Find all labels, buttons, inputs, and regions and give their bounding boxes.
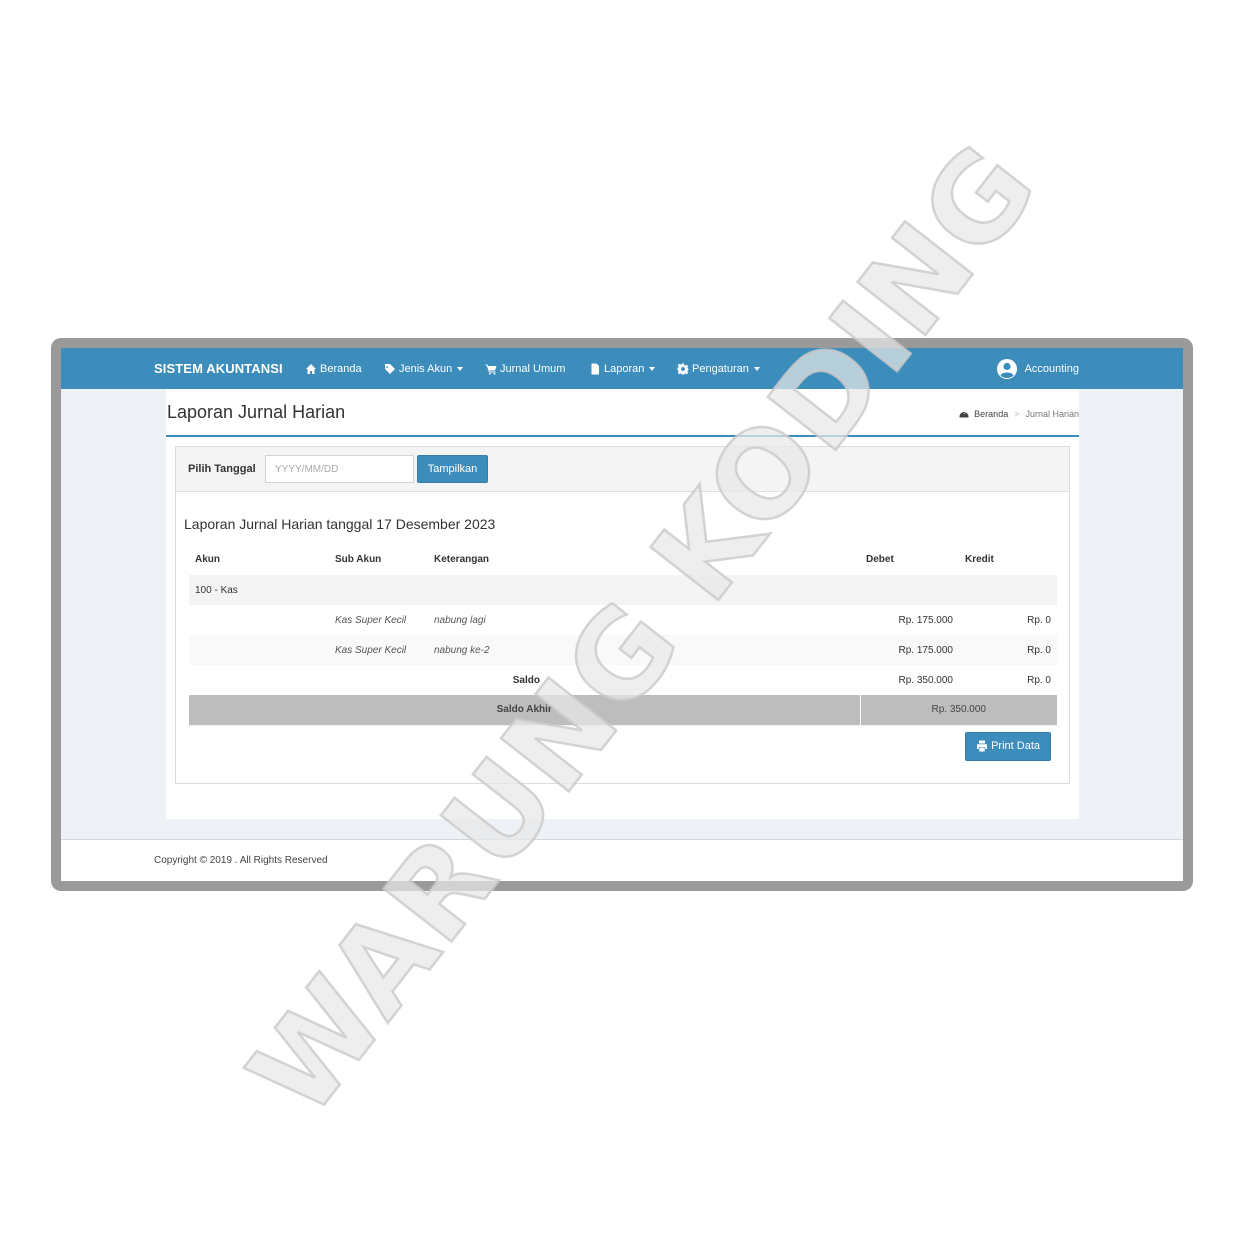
footer: Copyright © 2019 . All Rights Reserved [61, 839, 1183, 881]
nav-beranda[interactable]: Beranda [305, 348, 362, 389]
tag-icon [385, 363, 395, 374]
nav-laporan-label: Laporan [604, 362, 645, 375]
date-input[interactable] [265, 455, 414, 483]
col-akun: Akun [195, 553, 220, 565]
nav-jenis-akun-label: Jenis Akun [399, 362, 453, 375]
cell-keterangan: nabung lagi [434, 614, 486, 626]
cell-debet: Rp. 175.000 [898, 614, 954, 626]
user-avatar-icon [996, 358, 1017, 379]
col-sub-akun: Sub Akun [335, 553, 382, 565]
breadcrumb-current: Jurnal Harian [1025, 409, 1079, 419]
col-kredit: Kredit [965, 553, 994, 565]
table-row: Kas Super Kecil nabung lagi Rp. 175.000 … [189, 605, 1057, 635]
cell-kredit: Rp. 0 [959, 635, 1057, 665]
cell-sub-akun: Kas Super Kecil [329, 635, 428, 665]
cell-keterangan: nabung ke-2 [428, 635, 860, 665]
nav-jenis-akun[interactable]: Jenis Akun [384, 348, 464, 389]
table-header-row: Akun Sub Akun Keterangan Debet Kredit [189, 543, 1057, 575]
col-debet: Debet [866, 553, 894, 565]
action-row: Print Data [189, 724, 1057, 767]
col-keterangan: Keterangan [434, 553, 490, 565]
main-content: Laporan Jurnal Harian Beranda > Jurnal H… [166, 389, 1079, 819]
saldo-debet: Rp. 350.000 [898, 674, 954, 686]
breadcrumb: Beranda > Jurnal Harian [959, 409, 1079, 419]
print-button[interactable]: Print Data [965, 731, 1051, 761]
filter-bar: Pilih Tanggal Tampilkan [176, 447, 1069, 492]
file-icon [591, 363, 599, 374]
chevron-down-icon [753, 366, 760, 371]
nav-laporan[interactable]: Laporan [589, 348, 656, 389]
journal-table: Akun Sub Akun Keterangan Debet Kredit 10… [189, 543, 1057, 767]
nav-beranda-label: Beranda [320, 362, 362, 375]
table-row: Kas Super Kecil nabung ke-2 Rp. 175.000 … [189, 635, 1057, 665]
stage: SISTEM AKUNTANSI Beranda Jenis Akun Jurn… [0, 0, 1250, 1250]
user-name: Accounting [1024, 362, 1079, 375]
app-window: SISTEM AKUNTANSI Beranda Jenis Akun Jurn… [61, 348, 1183, 881]
cell-akun [189, 635, 329, 665]
date-label: Pilih Tanggal [188, 463, 256, 475]
cart-icon [485, 364, 497, 375]
report-title: Laporan Jurnal Harian tanggal 17 Desembe… [184, 516, 496, 532]
cell-debet: Rp. 175.000 [860, 635, 959, 665]
page-title: Laporan Jurnal Harian [167, 402, 346, 422]
chevron-down-icon [649, 366, 656, 371]
saldo-akhir-label: Saldo Akhir [189, 695, 860, 725]
breadcrumb-home[interactable]: Beranda [974, 409, 1008, 419]
cell-kredit: Rp. 0 [1027, 614, 1051, 626]
home-icon [306, 363, 316, 374]
nav-pengaturan-label: Pengaturan [692, 362, 749, 375]
breadcrumb-separator: > [1014, 409, 1020, 419]
saldo-akhir-value: Rp. 350.000 [859, 695, 1057, 725]
print-icon [977, 740, 988, 752]
brand-logo[interactable]: SISTEM AKUNTANSI [154, 348, 283, 389]
cell-akun [189, 605, 329, 635]
title-divider [166, 435, 1079, 437]
nav-jurnal-umum[interactable]: Jurnal Umum [485, 348, 565, 389]
user-menu[interactable]: Accounting [996, 348, 1079, 389]
saldo-kredit: Rp. 0 [1027, 674, 1051, 686]
show-button[interactable]: Tampilkan [417, 455, 488, 483]
gear-icon [677, 363, 689, 374]
account-name: 100 - Kas [189, 575, 1057, 605]
top-navbar: SISTEM AKUNTANSI Beranda Jenis Akun Jurn… [61, 348, 1183, 389]
dashboard-icon [959, 411, 969, 418]
screenshot-frame: SISTEM AKUNTANSI Beranda Jenis Akun Jurn… [51, 338, 1193, 891]
saldo-label: Saldo [512, 674, 540, 686]
nav-jurnal-umum-label: Jurnal Umum [500, 362, 566, 375]
account-row: 100 - Kas [189, 575, 1057, 605]
report-box: Pilih Tanggal Tampilkan Laporan Jurnal H… [175, 446, 1070, 784]
saldo-akhir-row: Saldo Akhir Rp. 350.000 [189, 695, 1057, 725]
chevron-down-icon [457, 366, 464, 371]
print-button-label: Print Data [991, 740, 1040, 753]
nav-pengaturan[interactable]: Pengaturan [677, 348, 760, 389]
copyright-text: Copyright © 2019 . All Rights Reserved [154, 855, 328, 866]
action-cell: Print Data [189, 724, 1057, 767]
cell-sub-akun: Kas Super Kecil [335, 614, 407, 626]
saldo-row: Saldo Rp. 350.000 Rp. 0 [189, 665, 1057, 695]
